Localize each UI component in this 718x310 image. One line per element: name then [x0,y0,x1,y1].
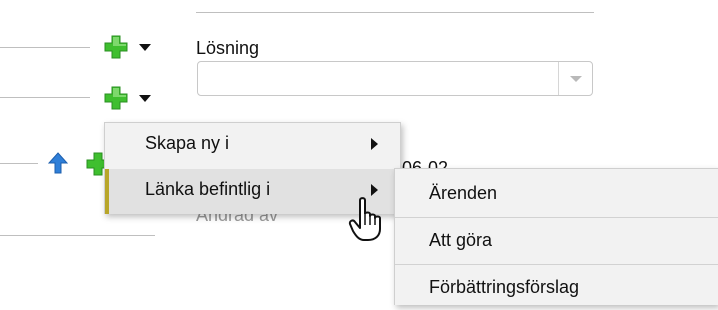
row-divider [0,235,155,236]
plus-icon [104,35,128,59]
active-item-accent [105,169,109,214]
submenu-arrow-icon [371,184,378,196]
submenu-item-forbattringsforslag[interactable]: Förbättringsförslag [395,265,718,310]
row-divider [0,163,38,164]
solution-field-label: Lösning [196,38,260,58]
submenu-arrow-icon [371,138,378,150]
submenu-item-att-gora[interactable]: Att göra [395,218,718,263]
dropdown-caret-icon [139,95,151,102]
top-divider [196,12,594,13]
menu-item-create-new-in[interactable]: Skapa ny i [105,123,400,168]
hand-pointer-cursor-icon [348,197,381,241]
add-button[interactable] [104,35,158,61]
select-dropdown-button[interactable] [558,62,592,95]
row-divider [0,47,90,48]
solution-select[interactable] [197,61,593,96]
submenu: Ärenden Att göra Förbättringsförslag [394,168,718,305]
up-arrow-icon[interactable] [48,152,68,174]
dropdown-caret-icon [139,44,151,51]
chevron-down-icon [570,76,582,82]
add-button[interactable] [104,86,158,112]
row-divider [0,97,90,98]
submenu-item-arenden[interactable]: Ärenden [395,171,718,216]
plus-icon [104,86,128,110]
